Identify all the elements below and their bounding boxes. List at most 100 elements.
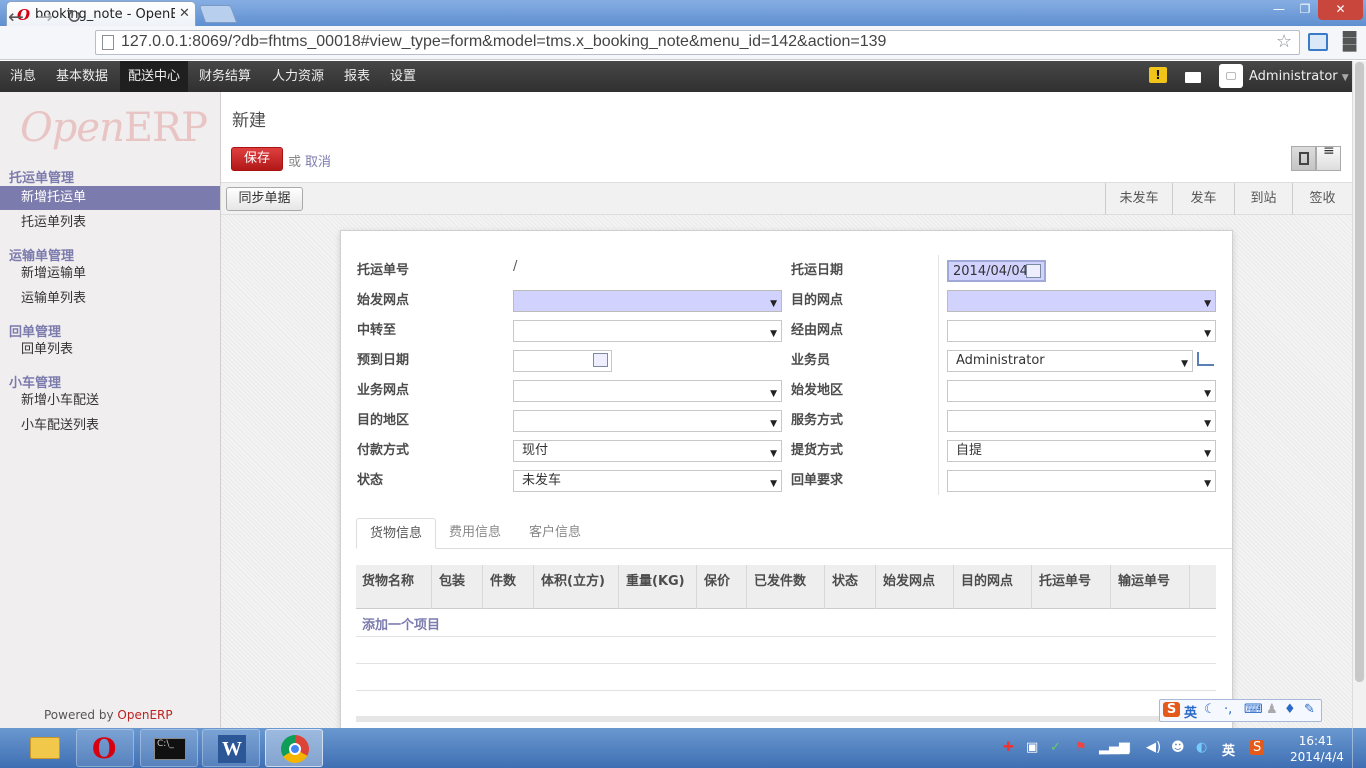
sidebar-item-smallcar-list[interactable]: 小车配送列表 [0,414,220,438]
salesperson-select[interactable]: Administrator ▼ [947,350,1193,372]
tray-device-icon[interactable]: ▣ [1026,740,1038,755]
dest-region-select[interactable]: ▼ [513,410,782,432]
new-tab-button[interactable] [198,5,238,23]
back-icon[interactable]: ← [8,6,24,28]
ime-lang[interactable]: 英 [1184,702,1197,721]
sidebar-item-receipt-list[interactable]: 回单列表 [0,338,220,362]
col-booking-no[interactable]: 托运单号 [1039,570,1091,589]
sidebar-item-new-booking[interactable]: 新增托运单 [0,186,220,210]
form-view-button[interactable] [1291,146,1316,171]
origin-branch-select[interactable]: ▼ [513,290,782,312]
business-branch-select[interactable]: ▼ [513,380,782,402]
mail-icon[interactable] [1185,72,1201,83]
keyboard-icon[interactable]: ⌨ [1244,702,1263,717]
tray-phone-icon[interactable]: ▯ [1124,740,1131,755]
top-menu-settings[interactable]: 设置 [382,61,424,92]
tray-shield-icon[interactable]: ✓ [1050,740,1061,755]
cancel-link[interactable]: 取消 [305,151,331,170]
top-menu-hr[interactable]: 人力资源 [264,61,332,92]
tray-flag-icon[interactable]: ⚑ [1075,740,1087,755]
calendar-icon[interactable] [593,353,608,367]
receipt-requirement-select[interactable]: ▼ [947,470,1216,492]
transfer-to-select[interactable]: ▼ [513,320,782,342]
reload-icon[interactable]: ↻ [66,6,82,28]
sidebar-item-booking-list[interactable]: 托运单列表 [0,211,220,235]
user-icon[interactable]: ♟ [1266,702,1278,717]
top-menu-messages[interactable]: 消息 [2,61,44,92]
list-view-button[interactable]: ≡ [1316,144,1341,171]
stage-departed[interactable]: 发车 [1172,183,1234,215]
menu-icon[interactable]: ▬ ▬ ▬ [1341,25,1358,57]
taskbar-opera[interactable]: O [76,729,134,767]
sidebar-item-new-transport[interactable]: 新增运输单 [0,262,220,286]
tray-pdf-icon[interactable]: ✚ [1003,740,1014,755]
avatar[interactable] [1219,64,1243,88]
top-menu-finance[interactable]: 财务结算 [191,61,259,92]
tray-volume-icon[interactable]: ◀) [1146,740,1161,755]
col-packaging[interactable]: 包装 [439,570,465,589]
col-transport-no[interactable]: 输运单号 [1118,570,1170,589]
address-url[interactable]: 127.0.0.1:8069/?db=fhtms_00018#view_type… [121,33,886,51]
openerp-logo[interactable]: OpenERP [20,105,208,151]
tray-browser-icon[interactable]: ◐ [1196,740,1207,755]
top-menu-delivery-center[interactable]: 配送中心 [120,61,189,92]
extension-icon[interactable] [1308,33,1328,51]
payment-method-select[interactable]: 现付 ▼ [513,440,782,462]
show-desktop-button[interactable] [1352,728,1366,768]
stage-arrived[interactable]: 到站 [1234,183,1292,215]
booking-date-input[interactable]: 2014/04/04 [947,260,1046,282]
sidebar-item-transport-list[interactable]: 运输单列表 [0,287,220,311]
col-insured-value[interactable]: 保价 [704,570,730,589]
address-bar[interactable]: 127.0.0.1:8069/?db=fhtms_00018#view_type… [95,30,1300,55]
forward-icon[interactable]: → [37,6,53,28]
taskbar-word[interactable]: W [202,729,260,767]
tab-cargo-info[interactable]: 货物信息 [356,518,437,549]
taskbar-explorer[interactable] [16,729,74,767]
skin-icon[interactable]: ♦ [1284,702,1296,717]
tray-ime-lang[interactable]: 英 [1222,740,1235,759]
close-tab-icon[interactable]: ✕ [179,6,190,21]
sync-button[interactable]: 同步单据 [226,187,303,211]
col-cargo-name[interactable]: 货物名称 [362,570,414,589]
stage-signed[interactable]: 签收 [1292,183,1352,215]
via-branch-select[interactable]: ▼ [947,320,1216,342]
expected-date-input[interactable] [513,350,612,372]
user-menu[interactable]: Administrator ▼ [1249,61,1349,92]
wrench-icon[interactable]: ✎ [1304,702,1315,717]
service-method-select[interactable]: ▼ [947,410,1216,432]
stage-not-departed[interactable]: 未发车 [1105,183,1172,215]
warning-icon[interactable]: ! [1149,67,1167,83]
dest-branch-select[interactable]: ▼ [947,290,1216,312]
ime-toolbar[interactable]: S 英 ☾ ·, ⌨ ♟ ♦ ✎ [1159,699,1322,722]
taskbar-cmd[interactable]: C:\_ [140,729,198,767]
powered-by-link[interactable]: OpenERP [117,708,172,722]
origin-region-select[interactable]: ▼ [947,380,1216,402]
calendar-icon[interactable] [1026,264,1041,278]
col-status[interactable]: 状态 [832,570,858,589]
pickup-method-select[interactable]: 自提 ▼ [947,440,1216,462]
browser-tab[interactable]: O booking_note - OpenERP ✕ [6,1,196,26]
taskbar-chrome[interactable] [265,729,323,767]
close-window-button[interactable]: ✕ [1318,0,1363,20]
sidebar-section-booking[interactable]: 托运单管理 [9,167,74,186]
minimize-button[interactable]: — [1266,0,1292,20]
top-menu-reports[interactable]: 报表 [336,61,378,92]
top-menu-basic-data[interactable]: 基本数据 [48,61,116,92]
moon-icon[interactable]: ☾ [1204,702,1216,717]
taskbar-clock[interactable]: 16:41 2014/4/4 [1290,733,1344,765]
maximize-button[interactable]: ❐ [1292,0,1318,20]
save-button[interactable]: 保存 [231,147,283,171]
col-weight[interactable]: 重量(KG) [626,570,685,589]
tab-fee-info[interactable]: 费用信息 [436,518,514,549]
tray-qq-icon[interactable]: ☻ [1171,740,1185,755]
col-pieces[interactable]: 件数 [490,570,516,589]
col-volume[interactable]: 体积(立方) [541,570,605,589]
col-dest-branch[interactable]: 目的网点 [961,570,1013,589]
add-item-link[interactable]: 添加一个项目 [362,614,440,633]
col-shipped-pieces[interactable]: 已发件数 [754,570,806,589]
sidebar-item-new-smallcar[interactable]: 新增小车配送 [0,389,220,413]
punctuation-icon[interactable]: ·, [1224,702,1232,717]
col-origin-branch[interactable]: 始发网点 [883,570,935,589]
status-select[interactable]: 未发车 ▼ [513,470,782,492]
tray-sogou-icon[interactable]: S [1250,740,1265,755]
